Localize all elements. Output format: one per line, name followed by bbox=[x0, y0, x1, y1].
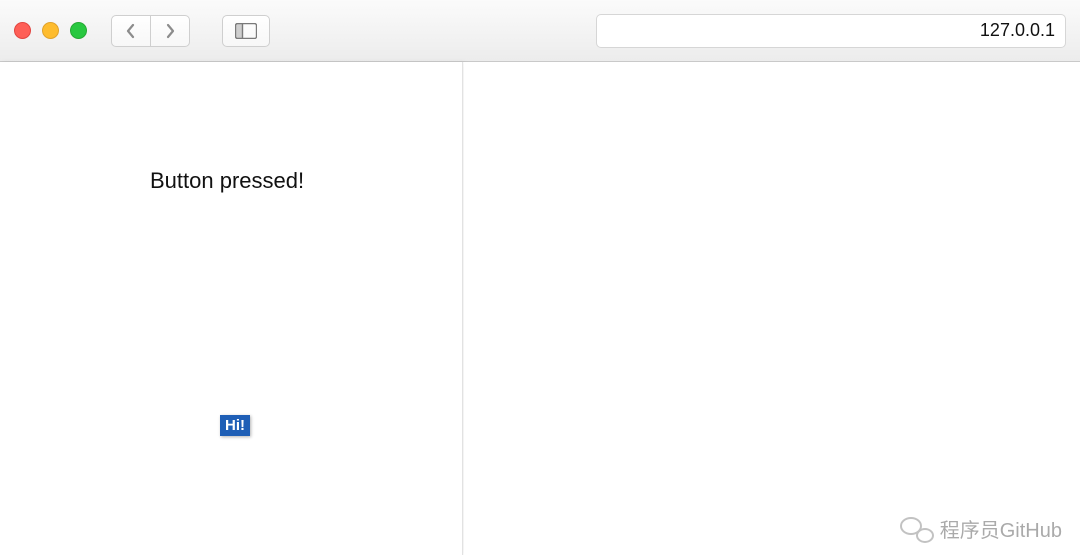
address-bar[interactable]: 127.0.0.1 bbox=[596, 14, 1066, 48]
chevron-left-icon bbox=[125, 23, 137, 39]
status-text: Button pressed! bbox=[150, 168, 304, 194]
maximize-window-button[interactable] bbox=[70, 22, 87, 39]
window-toolbar: 127.0.0.1 bbox=[0, 0, 1080, 62]
chevron-right-icon bbox=[164, 23, 176, 39]
sidebar-icon bbox=[235, 23, 257, 39]
minimize-window-button[interactable] bbox=[42, 22, 59, 39]
watermark-text: 程序员GitHub bbox=[940, 514, 1062, 543]
left-pane: Button pressed! Hi! bbox=[0, 62, 463, 555]
watermark: 程序员GitHub bbox=[900, 514, 1062, 543]
forward-button[interactable] bbox=[150, 15, 190, 47]
wechat-icon bbox=[900, 515, 934, 543]
back-button[interactable] bbox=[111, 15, 151, 47]
content-area: Button pressed! Hi! 程序员GitHub bbox=[0, 62, 1080, 555]
right-pane bbox=[464, 62, 1080, 555]
close-window-button[interactable] bbox=[14, 22, 31, 39]
address-text: 127.0.0.1 bbox=[980, 20, 1055, 41]
traffic-lights bbox=[14, 22, 87, 39]
hi-button[interactable]: Hi! bbox=[220, 415, 250, 436]
sidebar-toggle-button[interactable] bbox=[222, 15, 270, 47]
nav-buttons bbox=[111, 15, 190, 47]
